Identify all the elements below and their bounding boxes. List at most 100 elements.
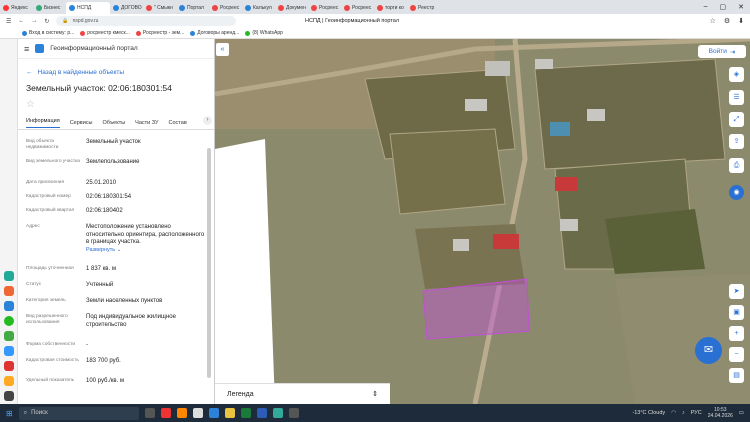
app-icon[interactable] <box>176 408 187 418</box>
taskbar-search[interactable]: ⌕ Поиск <box>18 406 139 420</box>
side-app-strip <box>0 39 18 404</box>
tab-objects[interactable]: Объекты <box>102 120 125 126</box>
volume-icon[interactable]: ♪ <box>682 410 685 416</box>
chevron-right-icon[interactable]: › <box>203 116 212 125</box>
forward-icon[interactable]: → <box>31 18 37 24</box>
zoom-in-icon[interactable]: + <box>729 326 744 341</box>
arrow-left-icon: ← <box>26 69 33 76</box>
app-icon[interactable] <box>4 391 14 401</box>
tab-7[interactable]: Калькул <box>242 2 275 14</box>
chat-icon[interactable]: ✉ <box>695 337 722 364</box>
browser-actions: ☆ ⚙ ⬇ <box>710 17 744 25</box>
tab-composition[interactable]: Состав <box>169 120 187 126</box>
attr-row: Дата присвоения 25.01.2010 <box>26 180 117 186</box>
info-tabs: Информация Сервисы Объекты Части ЗУ Сост… <box>18 110 214 130</box>
back-link[interactable]: ← Назад в найденные объекты <box>18 59 214 76</box>
expand-icon: ⇕ <box>372 391 378 398</box>
map-imagery <box>215 39 750 404</box>
back-icon[interactable]: ← <box>18 18 24 24</box>
login-icon: ⇥ <box>729 48 736 56</box>
app-icon[interactable] <box>4 286 14 296</box>
whatsapp-icon[interactable] <box>4 316 14 326</box>
tab-3[interactable]: ДОГОВО <box>110 2 143 14</box>
app-icon[interactable] <box>4 376 14 386</box>
ruler-icon[interactable]: ▤ <box>729 368 744 383</box>
collapse-panel-icon[interactable]: « <box>216 43 229 56</box>
bookmark-4[interactable]: (8) WhatsApp <box>245 30 283 36</box>
tab-9[interactable]: Росреес <box>308 2 341 14</box>
site-icon <box>410 5 416 11</box>
folder-icon[interactable] <box>224 408 235 418</box>
measure-icon[interactable]: ⤢ <box>729 112 744 127</box>
url-field[interactable]: 🔒 nspd.gov.ru <box>56 16 237 26</box>
reload-icon[interactable]: ↻ <box>44 18 49 25</box>
word-icon[interactable] <box>256 408 267 418</box>
tab-services[interactable]: Сервисы <box>70 120 93 126</box>
weather[interactable]: -13°C Cloudy <box>632 410 665 416</box>
expand-link[interactable]: Развернуть ⌄ <box>86 247 121 253</box>
locate-icon[interactable]: ➤ <box>729 284 744 299</box>
app-icon[interactable] <box>4 301 14 311</box>
legend-bar[interactable]: Легенда ⇕ <box>215 383 390 404</box>
print-icon[interactable]: ⎙ <box>729 158 744 173</box>
notification-icon[interactable]: ▭ <box>739 410 744 416</box>
ai-assistant-icon[interactable]: ◉ <box>729 185 744 200</box>
map-mode-icon[interactable]: ▣ <box>729 305 744 320</box>
menu-icon[interactable]: ≡ <box>24 44 29 54</box>
maximize-icon[interactable]: ▢ <box>720 3 727 11</box>
attr-row: Вид земельного участка Землепользование <box>26 159 140 165</box>
portal-name: Геоинформационный портал <box>50 45 138 52</box>
app-icon[interactable] <box>192 408 203 418</box>
layers-icon[interactable]: ◈ <box>729 67 744 82</box>
bookmark-icon[interactable]: ☆ <box>710 17 716 25</box>
list-icon[interactable]: ☰ <box>729 90 744 105</box>
tab-1[interactable]: Бизнес <box>33 2 66 14</box>
app-icon[interactable] <box>4 271 14 281</box>
tab-10[interactable]: Росреес <box>341 2 374 14</box>
windows-start-icon[interactable]: ⊞ <box>6 409 13 418</box>
whatsapp-icon <box>245 30 251 36</box>
site-icon <box>278 5 284 11</box>
app-icon[interactable] <box>4 331 14 341</box>
tab-0[interactable]: Яндекс <box>0 2 33 14</box>
tab-2[interactable]: НСПД <box>66 2 110 14</box>
login-button[interactable]: Войти ⇥ <box>698 45 746 58</box>
excel-icon[interactable] <box>240 408 251 418</box>
close-icon[interactable]: ✕ <box>738 3 744 11</box>
minimize-icon[interactable]: – <box>704 3 708 11</box>
panel-scrollbar[interactable] <box>207 148 211 378</box>
task-view-icon[interactable] <box>144 408 155 418</box>
menu-icon[interactable]: ☰ <box>6 18 11 25</box>
satellite-map[interactable] <box>215 39 750 404</box>
telegram-icon[interactable] <box>4 346 14 356</box>
app-icon[interactable] <box>4 361 14 371</box>
app-icon[interactable] <box>288 408 299 418</box>
share-icon[interactable]: ⇪ <box>729 134 744 149</box>
tab-6[interactable]: Росреес <box>209 2 242 14</box>
nspd-icon <box>69 5 75 11</box>
tab-8[interactable]: Докумен <box>275 2 308 14</box>
app-icon[interactable] <box>160 408 171 418</box>
tab-12[interactable]: Реестр <box>407 2 440 14</box>
favorite-star-icon[interactable]: ☆ <box>18 93 214 110</box>
tab-5[interactable]: Портал <box>176 2 209 14</box>
tab-4[interactable]: " Смыкн <box>143 2 176 14</box>
clock[interactable]: 10:53 24.04.2026 <box>708 407 733 419</box>
tab-info[interactable]: Информация <box>26 118 60 128</box>
app-icon[interactable] <box>272 408 283 418</box>
app-icon[interactable] <box>208 408 219 418</box>
tab-parts[interactable]: Части ЗУ <box>135 120 158 126</box>
site-icon <box>344 5 350 11</box>
zoom-out-icon[interactable]: − <box>729 347 744 362</box>
extensions-icon[interactable]: ⚙ <box>724 17 730 25</box>
tab-11[interactable]: торги ко <box>374 2 407 14</box>
screen: { "browser": { "tabs": ["Яндекс","Бизнес… <box>0 0 750 422</box>
wifi-icon[interactable]: ◠ <box>671 410 676 416</box>
bookmark-2[interactable]: Росреестр - зем... <box>135 30 184 36</box>
window-controls: – ▢ ✕ <box>704 3 750 11</box>
download-icon[interactable]: ⬇ <box>738 17 744 25</box>
bookmark-3[interactable]: Договоры аренд... <box>190 30 239 36</box>
language[interactable]: РУС <box>691 410 702 416</box>
bookmark-0[interactable]: Вход в систему: р... <box>22 30 74 36</box>
bookmark-1[interactable]: росреестр кмеск... <box>80 30 130 36</box>
